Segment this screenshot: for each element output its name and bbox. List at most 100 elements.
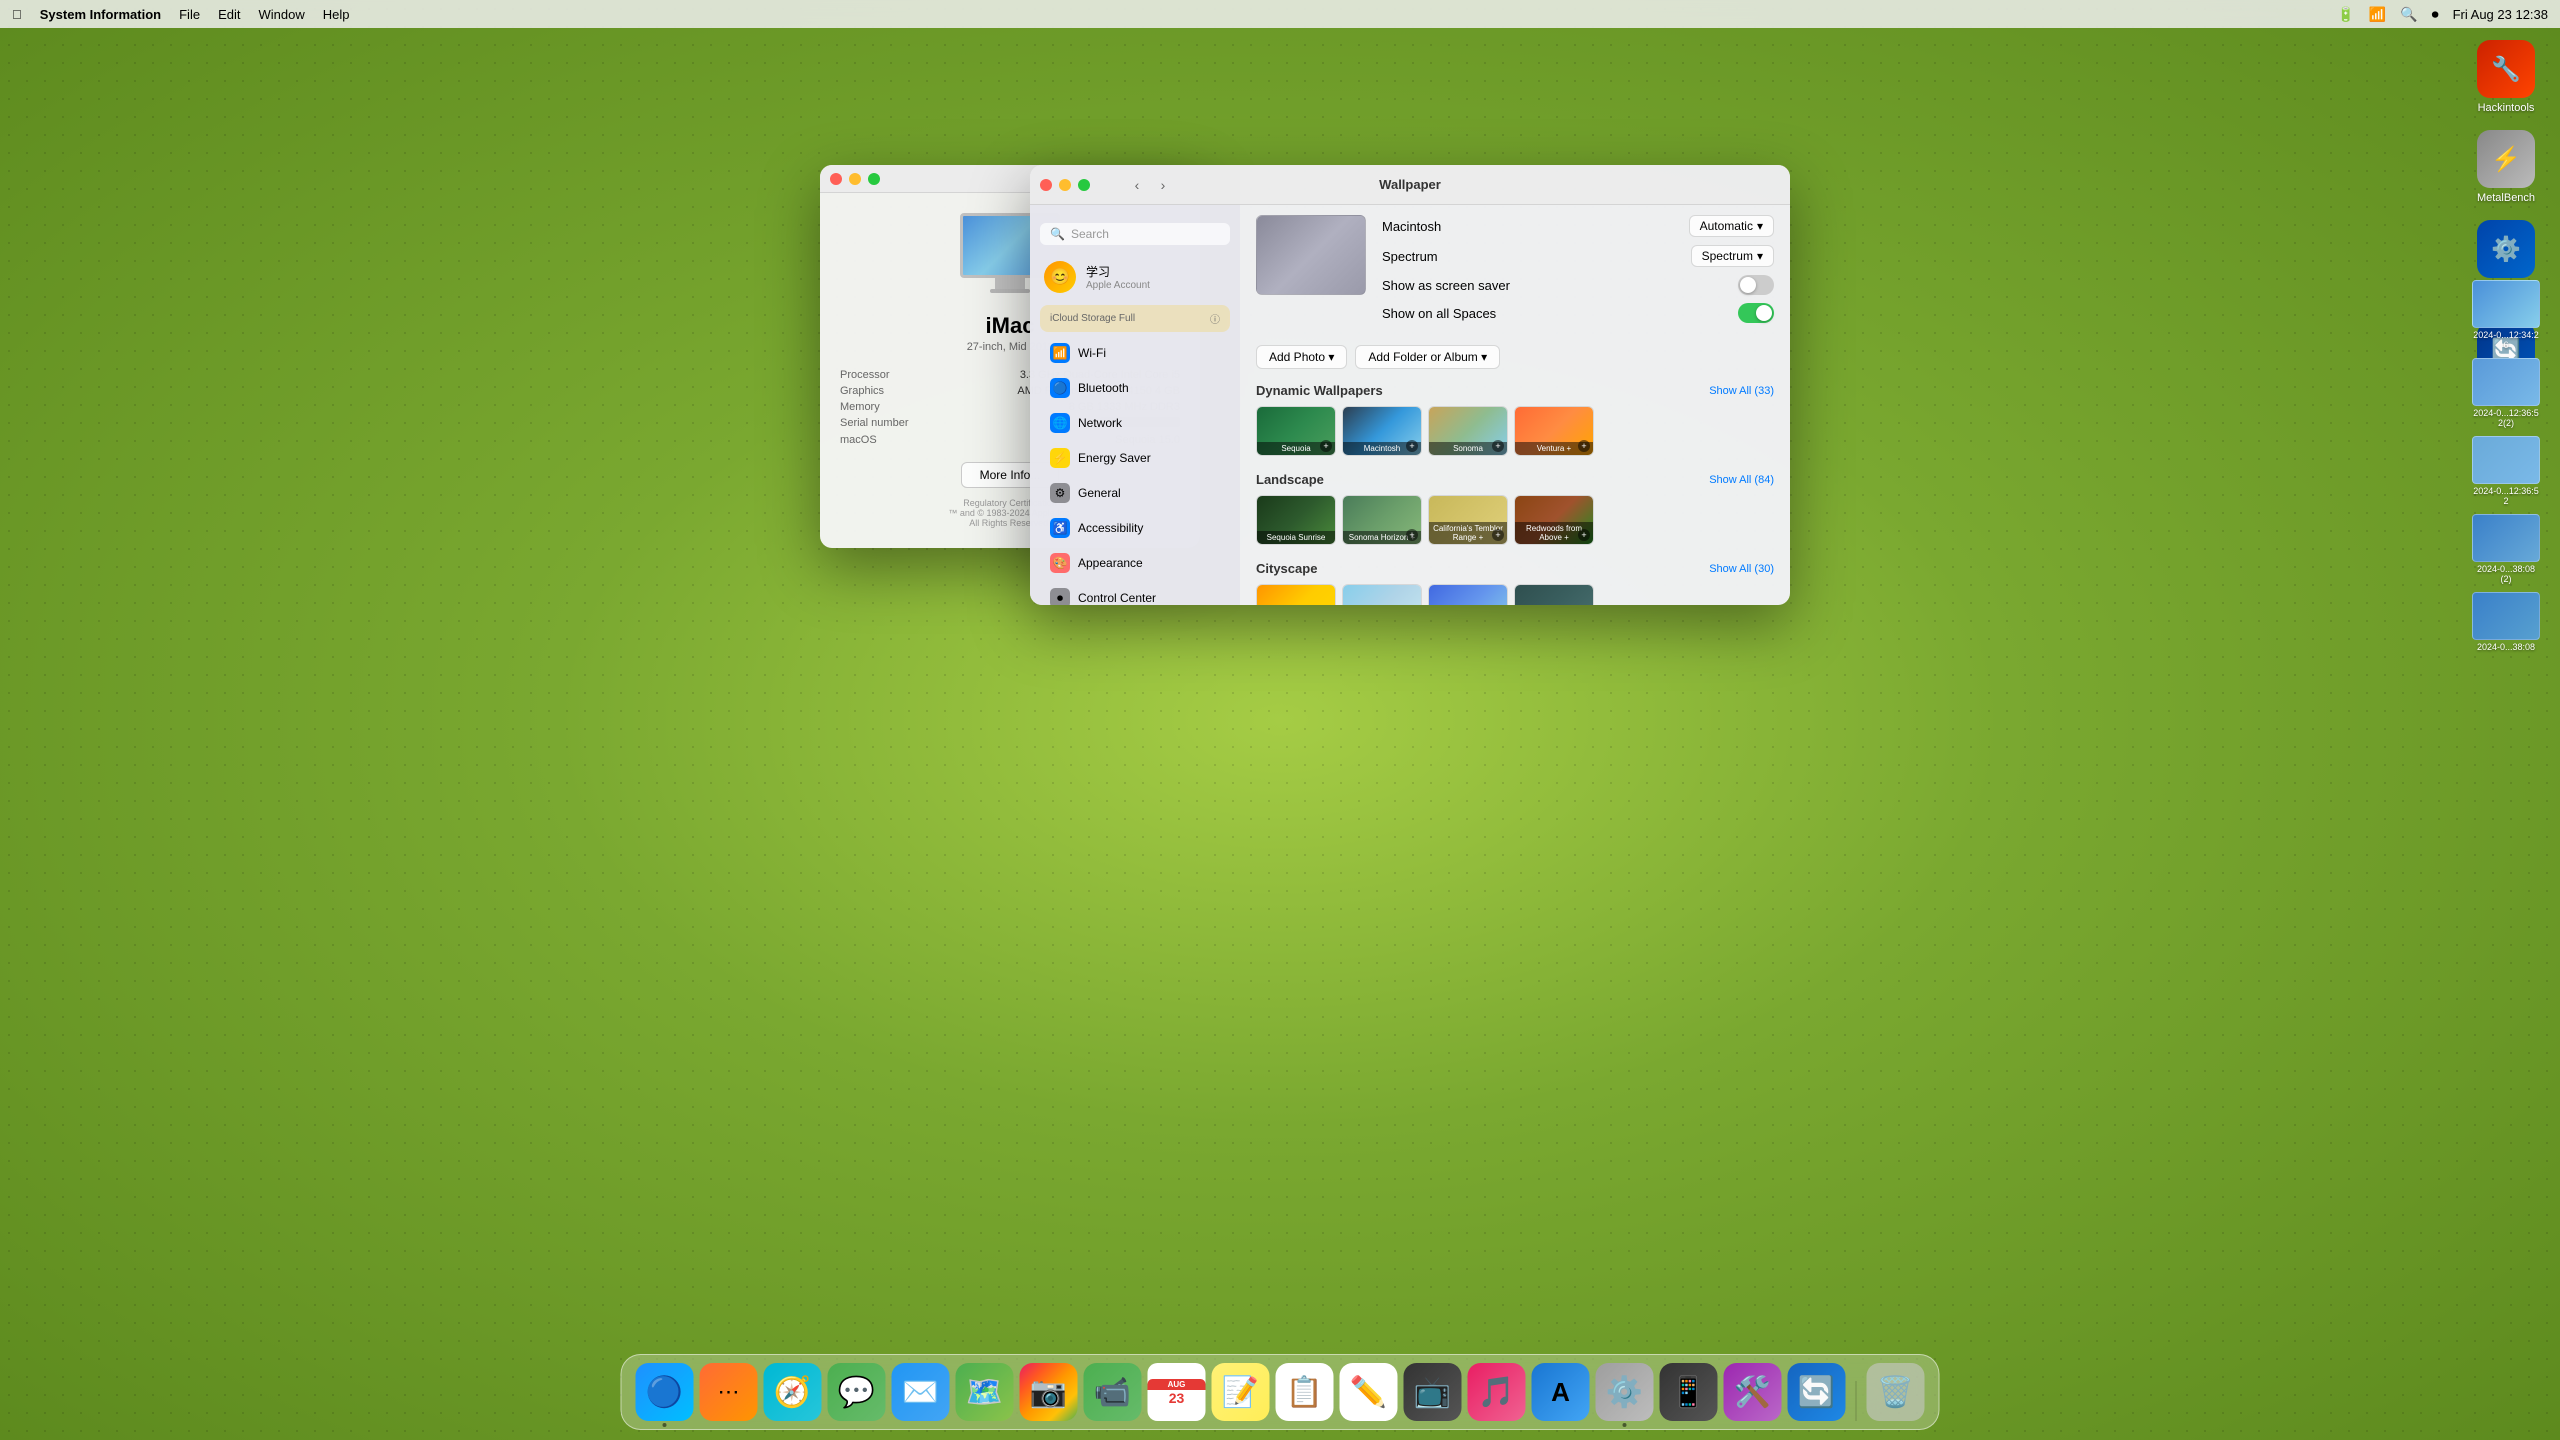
- color-option-row: Spectrum Spectrum ▾: [1382, 245, 1774, 267]
- sidebar-icon-metalbench[interactable]: ⚡ MetalBench: [2472, 130, 2540, 204]
- sidebar-item-general[interactable]: ⚙ General: [1036, 476, 1234, 510]
- cityscape-section-header: Cityscape Show All (30): [1256, 561, 1774, 576]
- city3-image: [1429, 585, 1507, 605]
- add-photo-button[interactable]: Add Photo ▾: [1256, 345, 1347, 369]
- dock-mail[interactable]: ✉️: [892, 1363, 950, 1421]
- dock-music[interactable]: 🎵: [1468, 1363, 1526, 1421]
- cityscape-thumb-2[interactable]: [1342, 584, 1422, 605]
- dock-opcore[interactable]: 🔄: [1788, 1363, 1846, 1421]
- sidebar-item-control-center[interactable]: ⏺ Control Center: [1036, 581, 1234, 605]
- cityscape-show-all[interactable]: Show All (30): [1709, 563, 1774, 575]
- wifi-icon[interactable]: 📶: [2369, 6, 2386, 23]
- dynamic-show-all[interactable]: Show All (33): [1709, 385, 1774, 397]
- screensaver-toggle[interactable]: [1738, 275, 1774, 295]
- dynamic-thumb-ventura[interactable]: Ventura + +: [1514, 406, 1594, 456]
- prefs-close-button[interactable]: [1040, 179, 1052, 191]
- screenshot-3[interactable]: 2024-0...12:36:52: [2472, 436, 2540, 506]
- dock-appletv[interactable]: 📺: [1404, 1363, 1462, 1421]
- spaces-toggle[interactable]: [1738, 303, 1774, 323]
- redwoods-plus: +: [1578, 529, 1590, 541]
- menu-edit[interactable]: Edit: [218, 7, 240, 22]
- apple-menu[interactable]: : [12, 7, 22, 22]
- network-icon: 🌐: [1050, 413, 1070, 433]
- search-icon[interactable]: 🔍: [2400, 6, 2417, 23]
- color-value: Spectrum: [1702, 249, 1753, 263]
- sidebar-label-general: General: [1078, 486, 1121, 500]
- menu-window[interactable]: Window: [258, 7, 304, 22]
- storage-banner[interactable]: iCloud Storage Full ⓘ: [1040, 305, 1230, 332]
- dock-image-util[interactable]: 🛠️: [1724, 1363, 1782, 1421]
- screenshot-5[interactable]: 2024-0...38:08: [2472, 592, 2540, 652]
- sidebar-user[interactable]: 😊 学习 Apple Account: [1030, 253, 1240, 301]
- landscape-thumb-sequoia-sunrise[interactable]: Sequoia Sunrise: [1256, 495, 1336, 545]
- landscape-thumb-redwoods[interactable]: Redwoods from Above + +: [1514, 495, 1594, 545]
- user-avatar: 😊: [1044, 261, 1076, 293]
- dock-system-prefs[interactable]: ⚙️: [1596, 1363, 1654, 1421]
- dock-calendar[interactable]: AUG 23: [1148, 1363, 1206, 1421]
- sidebar-item-accessibility[interactable]: ♿ Accessibility: [1036, 511, 1234, 545]
- app-name[interactable]: System Information: [40, 7, 161, 22]
- prefs-title: Wallpaper: [1379, 177, 1441, 192]
- menubar-left:  System Information File Edit Window He…: [12, 7, 349, 22]
- dock-iphone-mirroring[interactable]: 📱: [1660, 1363, 1718, 1421]
- screenshot-label-1: 2024-0...12:34:26: [2472, 330, 2540, 350]
- screenshot-2[interactable]: 2024-0...12:36:52(2): [2472, 358, 2540, 428]
- storage-text: iCloud Storage Full: [1050, 313, 1135, 324]
- battery-icon[interactable]: 🔋: [2337, 6, 2354, 23]
- menu-help[interactable]: Help: [323, 7, 350, 22]
- dock-freeform[interactable]: ✏️: [1340, 1363, 1398, 1421]
- menu-file[interactable]: File: [179, 7, 200, 22]
- dock-notes[interactable]: 📝: [1212, 1363, 1270, 1421]
- dynamic-thumb-sonoma[interactable]: Sonoma +: [1428, 406, 1508, 456]
- back-arrow[interactable]: ‹: [1127, 175, 1147, 195]
- cityscape-thumb-3[interactable]: [1428, 584, 1508, 605]
- landscape-show-all[interactable]: Show All (84): [1709, 474, 1774, 486]
- prefs-minimize-button[interactable]: [1059, 179, 1071, 191]
- cityscape-thumb-1[interactable]: [1256, 584, 1336, 605]
- dock-finder[interactable]: 🔵: [636, 1363, 694, 1421]
- prefs-zoom-button[interactable]: [1078, 179, 1090, 191]
- appletv-icon: 📺: [1414, 1375, 1451, 1410]
- landscape-thumb-temblor[interactable]: California's Temblor Range + +: [1428, 495, 1508, 545]
- style-dropdown[interactable]: Automatic ▾: [1689, 215, 1774, 237]
- temblor-plus: +: [1492, 529, 1504, 541]
- spec-label-macos: macOS: [840, 434, 877, 446]
- sidebar-item-wifi[interactable]: 📶 Wi-Fi: [1036, 336, 1234, 370]
- sidebar-label-wifi: Wi-Fi: [1078, 346, 1106, 360]
- sidebar-item-bluetooth[interactable]: 🔵 Bluetooth: [1036, 371, 1234, 405]
- screenshot-1[interactable]: 2024-0...12:34:26: [2472, 280, 2540, 350]
- dynamic-thumb-macos[interactable]: Macintosh +: [1342, 406, 1422, 456]
- close-button[interactable]: [830, 173, 842, 185]
- minimize-button[interactable]: [849, 173, 861, 185]
- landscape-thumb-sonoma-horizon[interactable]: Sonoma Horizon + +: [1342, 495, 1422, 545]
- screenshot-label-2: 2024-0...12:36:52(2): [2472, 408, 2540, 428]
- zoom-button[interactable]: [868, 173, 880, 185]
- sidebar-item-appearance[interactable]: 🎨 Appearance: [1036, 546, 1234, 580]
- screenshot-4[interactable]: 2024-0...38:08(2): [2472, 514, 2540, 584]
- sidebar-search[interactable]: 🔍 Search: [1040, 223, 1230, 245]
- about-title: iMac: [986, 313, 1035, 339]
- dock-trash[interactable]: 🗑️: [1867, 1363, 1925, 1421]
- add-folder-button[interactable]: Add Folder or Album ▾: [1355, 345, 1500, 369]
- user-sub: Apple Account: [1086, 280, 1150, 291]
- dock-messages[interactable]: 💬: [828, 1363, 886, 1421]
- dock-reminders[interactable]: 📋: [1276, 1363, 1334, 1421]
- dock-launchpad[interactable]: ⋯: [700, 1363, 758, 1421]
- sidebar-item-energy[interactable]: ⚡ Energy Saver: [1036, 441, 1234, 475]
- color-dropdown[interactable]: Spectrum ▾: [1691, 245, 1774, 267]
- wallpaper-preview[interactable]: [1256, 215, 1366, 295]
- dock-maps[interactable]: 🗺️: [956, 1363, 1014, 1421]
- cityscape-thumb-4[interactable]: [1514, 584, 1594, 605]
- dock-photos[interactable]: 📷: [1020, 1363, 1078, 1421]
- sidebar-icon-hackintools[interactable]: 🔧 Hackintools: [2472, 40, 2540, 114]
- city1-image: [1257, 585, 1335, 605]
- desktop:  System Information File Edit Window He…: [0, 0, 2560, 1440]
- dock-safari[interactable]: 🧭: [764, 1363, 822, 1421]
- current-wallpaper-section: Macintosh Automatic ▾ Spectrum Spectrum …: [1256, 215, 1774, 331]
- dynamic-thumb-sequoia[interactable]: Sequoia +: [1256, 406, 1336, 456]
- dock-appstore[interactable]: A: [1532, 1363, 1590, 1421]
- dock-facetime[interactable]: 📹: [1084, 1363, 1142, 1421]
- forward-arrow[interactable]: ›: [1153, 175, 1173, 195]
- control-center-icon[interactable]: ⏺: [2432, 6, 2439, 23]
- sidebar-item-network[interactable]: 🌐 Network: [1036, 406, 1234, 440]
